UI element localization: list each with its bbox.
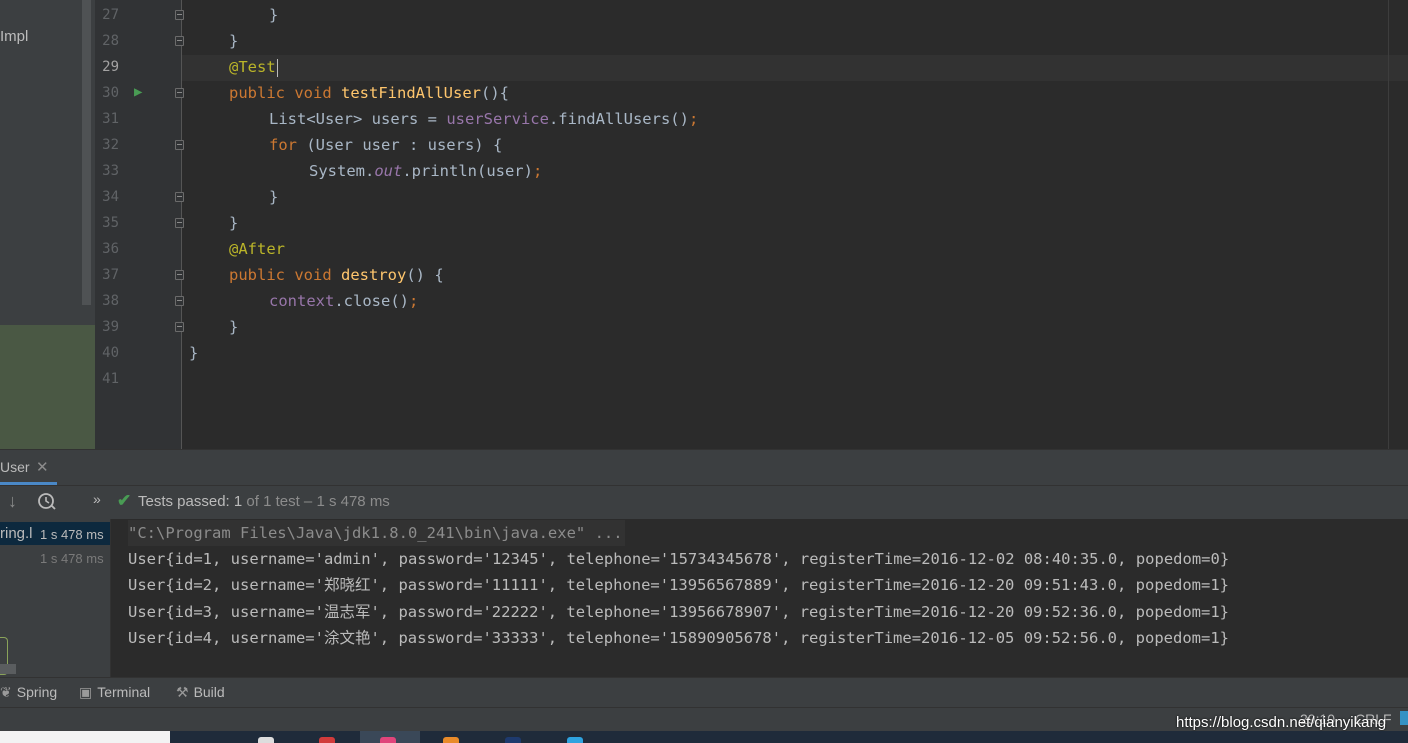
code-editor[interactable]: 27 28 29 30 31 32 33 34 35 36 37 38 39 40 41 ▶ } } @Te… (95, 0, 1408, 449)
code-line-31: List<User> users = userService.findAllUs… (269, 110, 699, 128)
code-line-36: @After (229, 236, 285, 262)
line-number: 35 (102, 215, 119, 231)
code-line-29: @Test (229, 54, 278, 80)
line-number: 30 (102, 85, 119, 101)
editor-gutter: 27 28 29 30 31 32 33 34 35 36 37 38 39 40 41 ▶ (95, 0, 184, 449)
tree-scrollbar[interactable] (0, 664, 16, 674)
hammer-icon: ⚒ (176, 684, 189, 700)
console-line: User{id=1, username='admin', password='1… (128, 550, 1230, 568)
close-icon[interactable]: ✕ (36, 458, 49, 476)
current-line-highlight (182, 55, 1408, 81)
line-number: 29 (102, 59, 119, 75)
tests-passed-status: Tests passed: 1 of 1 test – 1 s 478 ms (138, 493, 390, 510)
spring-icon: ❦ (0, 684, 12, 700)
test-results-tree[interactable]: ring.l 1 s 478 ms 1 s 478 ms (0, 519, 111, 677)
line-number: 28 (102, 33, 119, 49)
taskbar-app-icon[interactable] (380, 737, 396, 743)
run-tab[interactable]: User (0, 459, 30, 475)
taskbar-search-box[interactable] (0, 731, 170, 743)
test-annotation: @Test (229, 58, 276, 76)
console-command-line: "C:\Program Files\Java\jdk1.8.0_241\bin\… (128, 520, 625, 546)
taskbar-app-icon[interactable] (258, 737, 274, 743)
line-number: 33 (102, 163, 119, 179)
fold-marker-icon[interactable] (175, 322, 184, 332)
watermark: https://blog.csdn.net/qianyikang (1176, 714, 1387, 731)
code-line-38: context.close(); (269, 292, 419, 310)
line-number: 37 (102, 267, 119, 283)
build-tool-button[interactable]: ⚒ Build (176, 684, 225, 701)
taskbar-app-icon[interactable] (567, 737, 583, 743)
code-line-30: public void testFindAllUser(){ (229, 84, 509, 102)
fold-marker-icon[interactable] (175, 140, 184, 150)
fold-marker-icon[interactable] (175, 36, 184, 46)
right-margin-guide (1388, 0, 1389, 449)
spring-tool-button[interactable]: ❦ Spring (0, 684, 57, 701)
line-number: 40 (102, 345, 119, 361)
run-tool-header: User ✕ (0, 449, 1408, 485)
line-number: 34 (102, 189, 119, 205)
project-panel: Impl (0, 0, 95, 449)
fold-marker-icon[interactable] (175, 296, 184, 306)
line-number: 38 (102, 293, 119, 309)
test-duration: 1 s 478 ms (40, 551, 104, 566)
code-line-28: } (229, 32, 239, 50)
taskbar-app-icon[interactable] (443, 737, 459, 743)
console-output[interactable]: "C:\Program Files\Java\jdk1.8.0_241\bin\… (111, 519, 1408, 677)
project-highlight-region (0, 325, 95, 449)
text-caret (276, 58, 278, 77)
code-line-37: public void destroy() { (229, 266, 444, 284)
line-number: 36 (102, 241, 119, 257)
fold-marker-icon[interactable] (175, 218, 184, 228)
code-line-32: for (User user : users) { (269, 136, 503, 154)
code-line-35: } (229, 214, 239, 232)
line-number: 39 (102, 319, 119, 335)
taskbar-app-icon[interactable] (319, 737, 335, 743)
passed-count: 1 (233, 493, 243, 510)
arrow-down-icon[interactable]: ↓ (8, 491, 17, 512)
more-actions-icon[interactable]: » (93, 491, 101, 507)
code-line-33: System.out.println(user); (309, 162, 543, 180)
console-line: User{id=3, username='温志军', password='222… (128, 603, 1229, 621)
line-number: 31 (102, 111, 119, 127)
method-name-test: testFindAllUser (341, 84, 481, 102)
terminal-icon: ▣ (79, 684, 93, 700)
history-icon[interactable] (38, 492, 56, 510)
run-toolbar: ↓ » ✔ Tests passed: 1 of 1 test – 1 s 47… (0, 485, 1408, 519)
check-icon: ✔ (117, 491, 132, 510)
fold-marker-icon[interactable] (175, 88, 184, 98)
console-line: User{id=2, username='郑晓红', password='111… (128, 576, 1229, 594)
test-tree-row[interactable]: ring.l 1 s 478 ms (0, 522, 110, 545)
test-duration: 1 s 478 ms (40, 527, 104, 542)
run-test-icon[interactable]: ▶ (134, 84, 142, 100)
code-line-34: } (269, 188, 279, 206)
fold-marker-icon[interactable] (175, 192, 184, 202)
project-tree-item[interactable]: Impl (0, 28, 28, 45)
encoding-indicator[interactable] (1400, 711, 1408, 725)
code-line-27: } (269, 6, 279, 24)
code-line-39: } (229, 318, 239, 336)
after-annotation: @After (229, 240, 285, 258)
test-class-name: ring.l (0, 525, 33, 542)
line-number: 32 (102, 137, 119, 153)
os-taskbar (0, 731, 1408, 743)
method-name-destroy: destroy (341, 266, 407, 284)
console-line: User{id=4, username='涂文艳', password='333… (128, 629, 1229, 647)
taskbar-app-icon[interactable] (505, 737, 521, 743)
line-number: 41 (102, 371, 119, 387)
code-line-40: } (189, 344, 199, 362)
fold-marker-icon[interactable] (175, 10, 184, 20)
line-number: 27 (102, 7, 119, 23)
project-scrollbar[interactable] (82, 0, 91, 305)
fold-marker-icon[interactable] (175, 270, 184, 280)
tool-window-bar: ❦ Spring ▣ Terminal ⚒ Build (0, 677, 1408, 707)
terminal-tool-button[interactable]: ▣ Terminal (79, 684, 150, 701)
